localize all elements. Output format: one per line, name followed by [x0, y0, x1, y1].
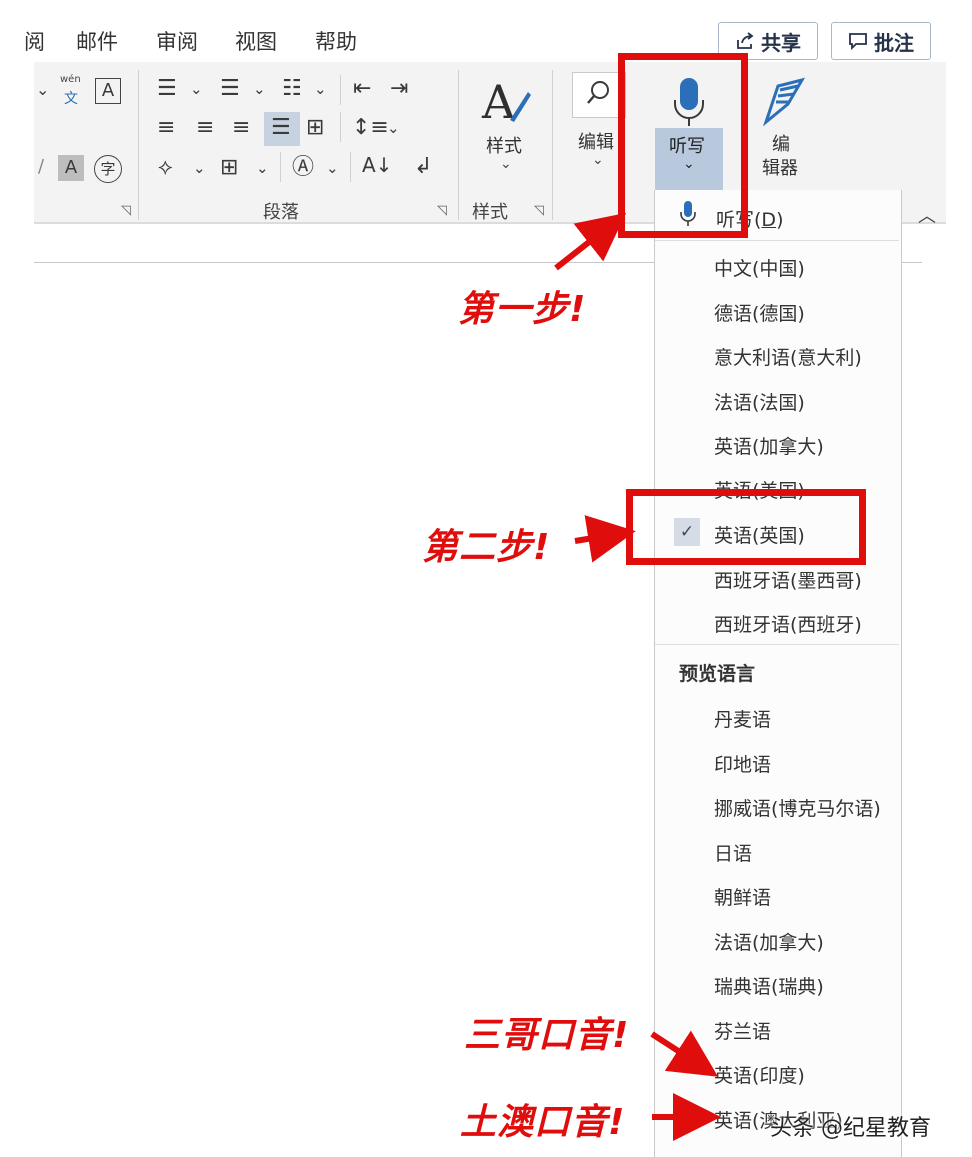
indian-accent-arrow: [650, 1030, 719, 1077]
annotation-arrows: [554, 212, 721, 1141]
step2-arrow: [574, 515, 636, 563]
watermark: 头条 @纪星教育: [770, 1116, 931, 1141]
step1-arrow: [554, 212, 627, 271]
indian-accent-annotation: 三哥口音!: [464, 1015, 630, 1056]
step1-annotation: 第一步!: [458, 289, 587, 330]
step2-annotation: 第二步!: [422, 527, 551, 568]
aussie-accent-annotation: 土澳口音!: [460, 1102, 626, 1143]
